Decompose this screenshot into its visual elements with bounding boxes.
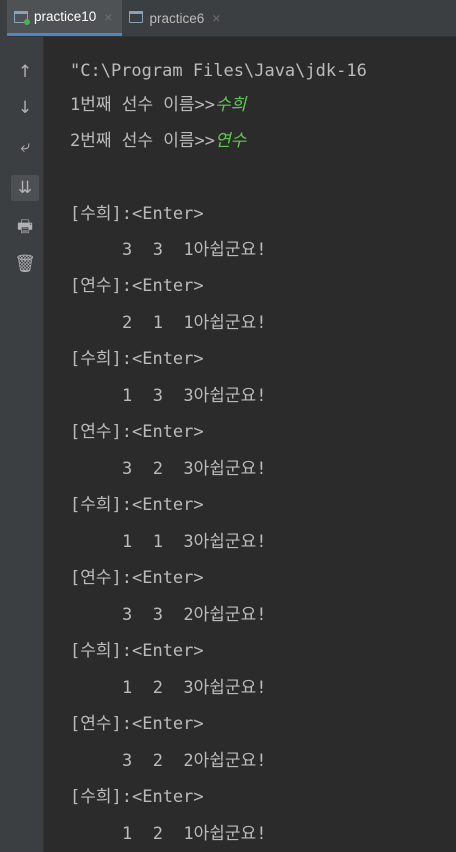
user-input: 연수 <box>215 131 247 151</box>
output-line: 1 2 1아쉽군요! <box>122 824 267 844</box>
tab-label: practice6 <box>149 10 205 26</box>
soft-wrap-icon[interactable]: ⤶ <box>11 134 39 160</box>
output-line: [수희]:<Enter> <box>70 495 204 515</box>
output-line: [연수]:<Enter> <box>70 276 204 296</box>
output-line: 1 2 3아쉽군요! <box>122 678 267 698</box>
tab-practice6[interactable]: practice6 × <box>122 0 230 36</box>
output-line: 3 3 2아쉽군요! <box>122 605 267 625</box>
scroll-to-end-icon[interactable]: ⇊ <box>11 175 39 201</box>
console-output[interactable]: "C:\Program Files\Java\jdk-16 1번째 선수 이름>… <box>44 37 456 852</box>
running-indicator-icon <box>24 19 30 25</box>
output-line: [수희]:<Enter> <box>70 349 204 369</box>
window-frame <box>0 0 7 852</box>
output-line: [연수]:<Enter> <box>70 714 204 734</box>
command-line: "C:\Program Files\Java\jdk-16 <box>70 61 367 81</box>
print-icon[interactable]: 🖶 <box>11 215 39 241</box>
output-line: [수희]:<Enter> <box>70 204 204 224</box>
run-tab-bar: practice10 × practice6 × <box>7 0 456 37</box>
output-line: 3 3 1아쉽군요! <box>122 240 267 260</box>
up-arrow-icon[interactable]: ↑ <box>11 59 39 85</box>
close-tab-icon[interactable]: × <box>104 9 112 25</box>
output-line: 2 1 1아쉽군요! <box>122 313 267 333</box>
tab-practice10[interactable]: practice10 × <box>7 0 123 36</box>
console-toolbar: ↑ ↓ ⤶ ⇊ 🖶 🗑 <box>7 37 44 852</box>
down-arrow-icon[interactable]: ↓ <box>11 95 39 121</box>
user-input: 수희 <box>215 95 247 115</box>
output-line: [수희]:<Enter> <box>70 787 204 807</box>
close-tab-icon[interactable]: × <box>212 10 220 26</box>
prompt-line: 2번째 선수 이름>>연수 <box>70 129 246 153</box>
console-window-icon <box>129 11 144 23</box>
trash-icon[interactable]: 🗑 <box>11 251 39 277</box>
output-line: [연수]:<Enter> <box>70 568 204 588</box>
prompt-text: 1번째 선수 이름>> <box>70 95 216 115</box>
output-line: 1 1 3아쉽군요! <box>122 532 267 552</box>
output-line: 3 2 2아쉽군요! <box>122 751 267 771</box>
prompt-line: 1번째 선수 이름>>수희 <box>70 93 246 117</box>
output-line: 3 2 3아쉽군요! <box>122 459 267 479</box>
output-line: 1 3 3아쉽군요! <box>122 386 267 406</box>
prompt-text: 2번째 선수 이름>> <box>70 131 216 151</box>
tab-label: practice10 <box>34 9 97 24</box>
output-line: [수희]:<Enter> <box>70 641 204 661</box>
output-line: [연수]:<Enter> <box>70 422 204 442</box>
